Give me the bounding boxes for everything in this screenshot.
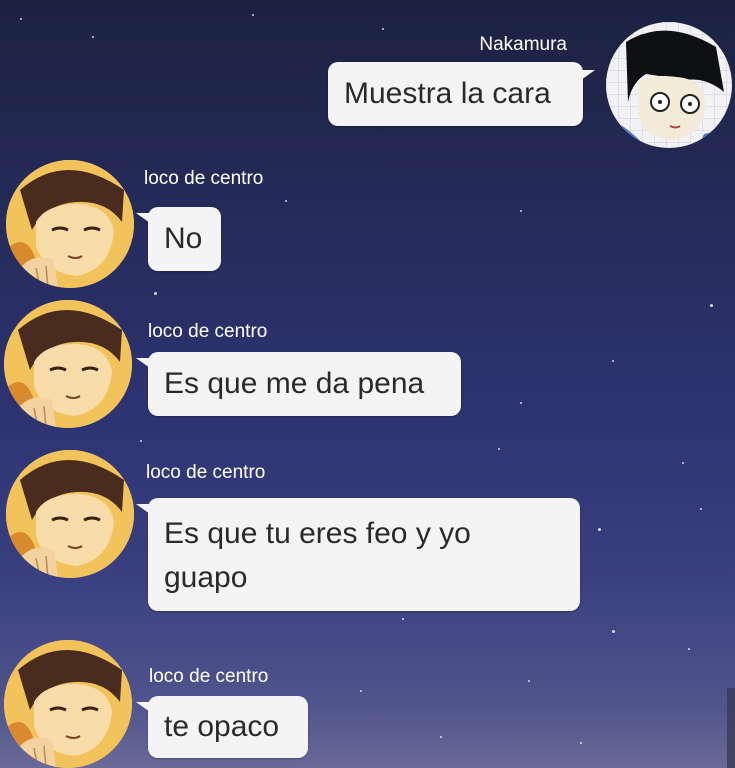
message-bubble[interactable]: te opaco — [136, 696, 308, 758]
message-text-line: Es que tu eres feo y yo — [164, 517, 471, 550]
message-text: No — [164, 222, 203, 255]
message-text: te opaco — [164, 710, 280, 743]
nakamura-avatar-icon[interactable] — [606, 22, 732, 148]
message-text: Muestra la cara — [344, 77, 551, 110]
sender-name: loco de centro — [146, 462, 266, 483]
sender-name: Nakamura — [479, 34, 567, 55]
message-bubble[interactable]: Es que tu eres feo y yo guapo — [136, 498, 580, 611]
loco-avatar-icon[interactable] — [6, 160, 134, 288]
loco-avatar-icon[interactable] — [6, 450, 134, 578]
sender-name: loco de centro — [148, 321, 268, 342]
message-text-line: guapo — [164, 561, 248, 594]
loco-avatar-icon[interactable] — [4, 640, 132, 768]
sender-name: loco de centro — [144, 168, 264, 189]
sender-name: loco de centro — [149, 666, 269, 687]
loco-avatar-icon[interactable] — [4, 300, 132, 428]
message-bubble[interactable]: Es que me da pena — [136, 352, 461, 416]
message-text: Es que me da pena — [164, 367, 425, 400]
message-bubble[interactable]: No — [136, 207, 221, 271]
message-bubble[interactable]: Muestra la cara — [328, 62, 595, 126]
scrollbar[interactable] — [727, 688, 735, 768]
